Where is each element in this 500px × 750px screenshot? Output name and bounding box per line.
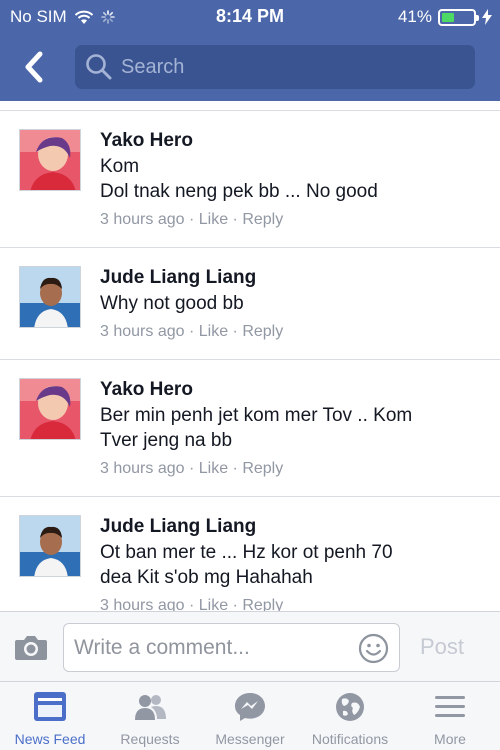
status-right: 41% — [398, 7, 492, 27]
commenter-name[interactable]: Jude Liang Liang — [100, 514, 490, 540]
comment-field[interactable] — [63, 623, 400, 672]
camera-icon — [15, 636, 47, 660]
comment-input[interactable] — [74, 634, 344, 662]
comment-meta: 3 hours ago · Like · Reply — [100, 596, 490, 611]
like-link[interactable]: Like — [199, 460, 228, 477]
comment-text-line: Ber min penh jet kom mer Tov .. Kom — [100, 405, 413, 426]
commenter-name[interactable]: Yako Hero — [100, 128, 490, 154]
tab-label: News Feed — [14, 731, 86, 747]
comment-timestamp: 3 hours ago — [100, 597, 185, 611]
comment-text-line: Tver jeng na bb — [100, 430, 233, 451]
comment-body: Jude Liang Liang Why not good bb 3 hours… — [100, 265, 490, 342]
tab-notifications[interactable]: Notifications — [300, 682, 400, 750]
comment-timestamp: 3 hours ago — [100, 460, 185, 477]
comment-meta: 3 hours ago · Like · Reply — [100, 323, 284, 340]
tab-label: More — [434, 731, 466, 747]
smiley-icon — [358, 633, 389, 664]
comment-body: Yako Hero Kom Dol tnak neng pek bb ... N… — [100, 128, 490, 230]
tab-label: Messenger — [215, 731, 285, 747]
comment-item: Jude Liang Liang Ot ban mer te ... Hz ko… — [0, 497, 500, 611]
commenter-name[interactable]: Jude Liang Liang — [100, 265, 490, 291]
back-button[interactable] — [20, 48, 54, 86]
post-button[interactable]: Post — [420, 634, 464, 660]
reply-link[interactable]: Reply — [242, 597, 283, 611]
messenger-icon — [235, 693, 265, 721]
comment-text-line: Dol tnak neng pek bb ... No good — [100, 181, 378, 202]
avatar[interactable] — [19, 378, 81, 440]
avatar[interactable] — [19, 129, 81, 191]
commenter-name[interactable]: Yako Hero — [100, 377, 490, 403]
app-header: No SIM 8:14 PM 41% — [0, 0, 500, 101]
reply-link[interactable]: Reply — [242, 460, 283, 477]
profile-photo-icon — [20, 379, 80, 439]
comment-meta: 3 hours ago · Like · Reply — [100, 460, 284, 477]
battery-percent: 41% — [397, 7, 432, 26]
emoji-button[interactable] — [358, 633, 389, 664]
comment-body: Jude Liang Liang Ot ban mer te ... Hz ko… — [100, 514, 490, 611]
reply-link[interactable]: Reply — [242, 323, 283, 340]
tab-label: Notifications — [311, 731, 389, 747]
comment-text-line: dea Kit s'ob mg Hahahah — [100, 567, 313, 588]
camera-button[interactable] — [14, 633, 48, 661]
comment-composer: Post — [0, 611, 500, 681]
tab-requests[interactable]: Requests — [100, 682, 200, 750]
news-feed-icon — [34, 692, 66, 721]
comment-body: Yako Hero Ber min penh jet kom mer Tov .… — [100, 377, 490, 479]
tab-more[interactable]: More — [400, 682, 500, 750]
tab-messenger[interactable]: Messenger — [200, 682, 300, 750]
comment-text-line: Kom — [100, 156, 140, 177]
status-bar: No SIM 8:14 PM 41% — [0, 0, 500, 34]
like-link[interactable]: Like — [199, 323, 228, 340]
avatar[interactable] — [19, 515, 81, 577]
battery-icon — [438, 8, 479, 26]
comment-text-line: Why not good bb — [100, 293, 244, 314]
search-bar[interactable] — [75, 45, 475, 89]
search-icon — [86, 54, 112, 80]
battery-level — [442, 12, 455, 22]
avatar[interactable] — [19, 266, 81, 328]
comment-meta: 3 hours ago · Like · Reply — [100, 211, 284, 228]
more-icon — [435, 696, 465, 717]
comment-item: Jude Liang Liang Why not good bb 3 hours… — [0, 248, 500, 360]
comment-item: Yako Hero Kom Dol tnak neng pek bb ... N… — [0, 111, 500, 248]
comment-timestamp: 3 hours ago — [100, 323, 185, 340]
charging-bolt-icon — [482, 9, 492, 25]
like-link[interactable]: Like — [199, 211, 228, 228]
search-input[interactable] — [121, 55, 461, 79]
notifications-icon — [336, 693, 364, 721]
like-link[interactable]: Like — [199, 597, 228, 611]
requests-icon — [135, 695, 166, 720]
comment-timestamp: 3 hours ago — [100, 211, 185, 228]
profile-photo-icon — [20, 130, 80, 190]
tab-label: Requests — [120, 731, 180, 747]
profile-photo-icon — [20, 516, 80, 576]
comment-feed: Yako Hero Kom Dol tnak neng pek bb ... N… — [0, 101, 500, 611]
chevron-left-icon — [25, 51, 43, 83]
comment-text-line: Ot ban mer te ... Hz kor ot penh 70 — [100, 542, 393, 563]
comment-item: Yako Hero Ber min penh jet kom mer Tov .… — [0, 360, 500, 497]
tab-news-feed[interactable]: News Feed — [0, 682, 100, 750]
tab-bar: News Feed Requests Messenger Notificatio… — [0, 681, 500, 750]
profile-photo-icon — [20, 267, 80, 327]
reply-link[interactable]: Reply — [242, 211, 283, 228]
